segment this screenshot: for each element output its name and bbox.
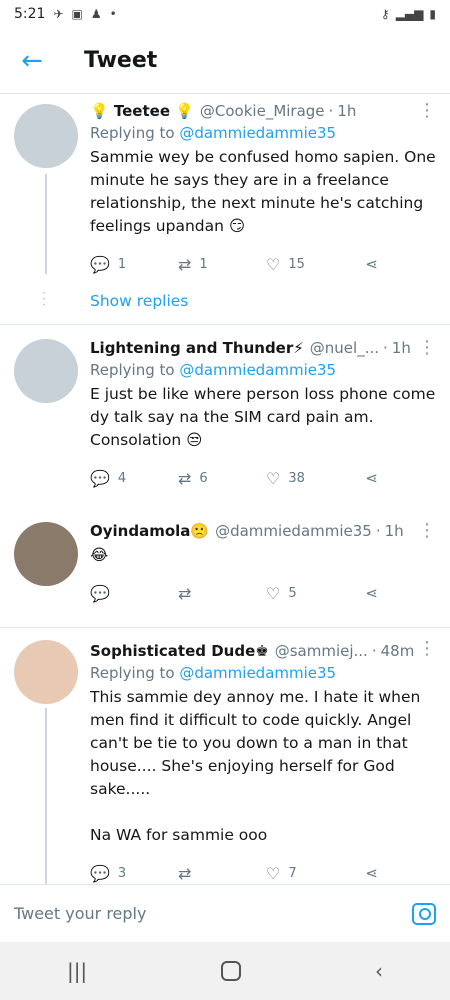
tweet-text: 😂: [90, 546, 109, 564]
comment-icon: 💬: [90, 863, 110, 883]
tweet-text: E just be like where person loss phone c…: [90, 385, 441, 449]
retweet-button[interactable]: ⇄: [178, 864, 266, 883]
back-nav-icon[interactable]: ‹: [375, 959, 383, 983]
timestamp: 48m: [380, 642, 415, 660]
recent-apps-icon[interactable]: |||: [67, 959, 87, 983]
gallery-notification-icon: ▣: [71, 7, 83, 21]
status-time: 5:21: [14, 6, 46, 22]
tweet[interactable]: ⋮ Lightening and Thunder⚡ @nuel_... · 1h…: [0, 325, 450, 498]
avatar[interactable]: [14, 104, 78, 168]
handle[interactable]: @Cookie_Mirage: [200, 100, 325, 122]
replying-to-link[interactable]: @dammiedammie35: [179, 664, 336, 682]
replying-to-link[interactable]: @dammiedammie35: [179, 361, 336, 379]
more-options-button[interactable]: ⋮: [418, 337, 436, 358]
user-notification-icon: ♟: [90, 7, 102, 21]
display-name[interactable]: Sophisticated Dude♚: [90, 640, 269, 662]
share-button[interactable]: ⋖: [365, 255, 378, 273]
handle[interactable]: @nuel_...: [310, 337, 379, 359]
tweet-actions: 💬 1 ⇄ 1 ♡ 15 ⋖: [90, 244, 436, 284]
tweet-actions: 💬 3 ⇄ ♡ 7 ⋖: [90, 853, 436, 884]
share-icon: ⋖: [365, 584, 378, 602]
comment-icon: 💬: [90, 468, 110, 488]
display-name[interactable]: Lightening and Thunder⚡: [90, 337, 304, 359]
like-button[interactable]: ♡ 38: [266, 469, 354, 488]
comment-icon: 💬: [90, 254, 110, 274]
replying-to: Replying to @dammiedammie35: [90, 664, 337, 682]
retweet-icon: ⇄: [178, 468, 192, 488]
timestamp: 1h: [384, 522, 404, 540]
comment-icon: 💬: [90, 583, 110, 603]
replying-to-link[interactable]: @dammiedammie35: [179, 124, 336, 142]
thread-dots: · · ·: [42, 286, 46, 312]
dot-icon: •: [109, 7, 117, 21]
share-icon: ⋖: [365, 255, 378, 273]
tweet-actions: 💬 4 ⇄ 6 ♡ 38 ⋖: [90, 458, 436, 498]
reply-input[interactable]: Tweet your reply: [14, 904, 146, 923]
twitter-notification-icon: ✈: [53, 7, 64, 21]
avatar[interactable]: [14, 640, 78, 704]
thread-line: [45, 708, 47, 884]
tweet-actions: 💬 ⇄ ♡ 5 ⋖: [90, 573, 436, 613]
heart-icon: ♡: [266, 254, 281, 274]
more-options-button[interactable]: ⋮: [418, 638, 436, 659]
tweet[interactable]: ⋮ Oyindamola🙁 @dammiedammie35 · 1h 😂 💬 ⇄…: [0, 498, 450, 613]
show-replies-link[interactable]: Show replies: [90, 284, 436, 324]
timestamp: 1h: [337, 102, 357, 120]
avatar[interactable]: [14, 522, 78, 586]
share-button[interactable]: ⋖: [365, 864, 378, 882]
status-bar: 5:21 ✈ ▣ ♟ • ⚷ ▂▄▆ ▮: [0, 0, 450, 28]
like-button[interactable]: ♡ 15: [266, 255, 354, 274]
tweet[interactable]: ⋮ Sophisticated Dude♚ @sammiej... · 48m …: [0, 628, 450, 884]
reply-button[interactable]: 💬 1: [90, 255, 178, 274]
timestamp: 1h: [391, 339, 411, 357]
key-icon: ⚷: [380, 7, 390, 21]
arrow-left-icon: ←: [21, 45, 43, 76]
display-name[interactable]: Oyindamola🙁: [90, 520, 209, 542]
reply-button[interactable]: 💬 4: [90, 469, 178, 488]
replying-to: Replying to @dammiedammie35: [90, 124, 337, 142]
share-button[interactable]: ⋖: [365, 584, 378, 602]
signal-icon: ▂▄▆: [395, 7, 424, 21]
tweet-text: Sammie wey be confused homo sapien. One …: [90, 148, 441, 235]
camera-icon[interactable]: [412, 902, 436, 925]
home-icon[interactable]: [221, 961, 242, 981]
retweet-icon: ⇄: [178, 583, 192, 603]
heart-icon: ♡: [266, 863, 281, 883]
retweet-button[interactable]: ⇄: [178, 584, 266, 603]
header: ← Tweet: [0, 28, 450, 94]
retweet-button[interactable]: ⇄ 6: [178, 469, 266, 488]
heart-icon: ♡: [266, 468, 281, 488]
replies-feed[interactable]: · · · ⋮ 💡 Teetee 💡 @Cookie_Mirage · 1h Rep…: [0, 94, 450, 884]
reply-composer: Tweet your reply: [0, 884, 450, 942]
tweet[interactable]: · · · ⋮ 💡 Teetee 💡 @Cookie_Mirage · 1h Rep…: [0, 94, 450, 324]
handle[interactable]: @sammiej...: [275, 640, 368, 662]
handle[interactable]: @dammiedammie35: [215, 520, 372, 542]
like-button[interactable]: ♡ 7: [266, 864, 354, 883]
reply-button[interactable]: 💬: [90, 584, 178, 603]
tweet-text: This sammie dey annoy me. I hate it when…: [90, 688, 421, 844]
share-icon: ⋖: [365, 469, 378, 487]
battery-icon: ▮: [429, 7, 436, 21]
retweet-button[interactable]: ⇄ 1: [178, 255, 266, 274]
share-button[interactable]: ⋖: [365, 469, 378, 487]
share-icon: ⋖: [365, 864, 378, 882]
system-nav-bar: ||| ‹: [0, 942, 450, 1000]
more-options-button[interactable]: ⋮: [418, 520, 436, 541]
display-name[interactable]: 💡 Teetee 💡: [90, 100, 194, 122]
replying-to: Replying to @dammiedammie35: [90, 361, 337, 379]
retweet-icon: ⇄: [178, 863, 192, 883]
thread-line: [45, 174, 47, 274]
retweet-icon: ⇄: [178, 254, 192, 274]
page-title: Tweet: [84, 48, 158, 73]
like-button[interactable]: ♡ 5: [266, 584, 354, 603]
heart-icon: ♡: [266, 583, 281, 603]
avatar[interactable]: [14, 339, 78, 403]
back-button[interactable]: ←: [0, 28, 64, 94]
reply-button[interactable]: 💬 3: [90, 864, 178, 883]
more-options-button[interactable]: ⋮: [418, 100, 436, 121]
